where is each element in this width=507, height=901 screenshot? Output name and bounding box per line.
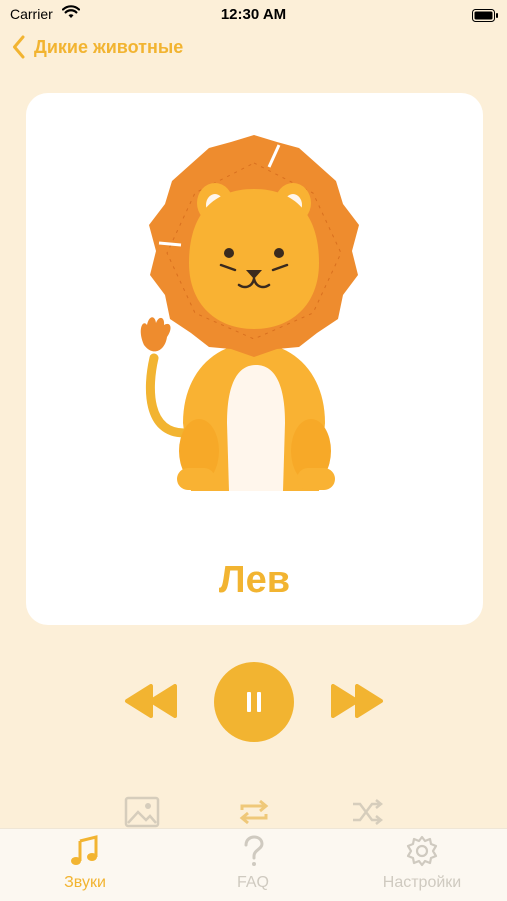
image-icon[interactable] [124,796,160,828]
navigation-bar: Дикие животные [0,30,507,64]
rewind-button[interactable] [124,684,178,718]
back-label: Дикие животные [34,36,184,57]
options-row [0,796,507,828]
animal-name: Лев [218,559,291,601]
back-button[interactable]: Дикие животные [12,34,183,60]
tab-settings[interactable]: Настройки [362,835,482,892]
playback-controls [0,660,507,744]
animal-card: Лев [26,93,483,625]
lion-illustration [140,135,359,491]
tab-settings-label: Настройки [382,874,462,891]
tab-sounds[interactable]: Звуки [25,835,145,892]
tab-bar: Звуки FAQ Настройки [0,828,507,901]
status-time: 12:30 AM [220,6,287,23]
tab-faq-label: FAQ [236,874,269,891]
gear-icon [406,835,438,867]
status-bar: Carrier 12:30 AM [0,0,507,30]
tab-sounds-label: Звуки [64,874,106,891]
music-note-icon [71,835,98,865]
repeat-icon[interactable] [236,796,272,828]
question-icon [244,835,264,866]
battery-icon [472,9,498,22]
tab-faq[interactable]: FAQ [193,835,313,892]
shuffle-icon[interactable] [350,796,386,828]
chevron-left-icon [13,35,25,59]
fast-forward-button[interactable] [330,684,384,718]
pause-button[interactable] [214,662,294,742]
pause-icon [247,692,261,712]
